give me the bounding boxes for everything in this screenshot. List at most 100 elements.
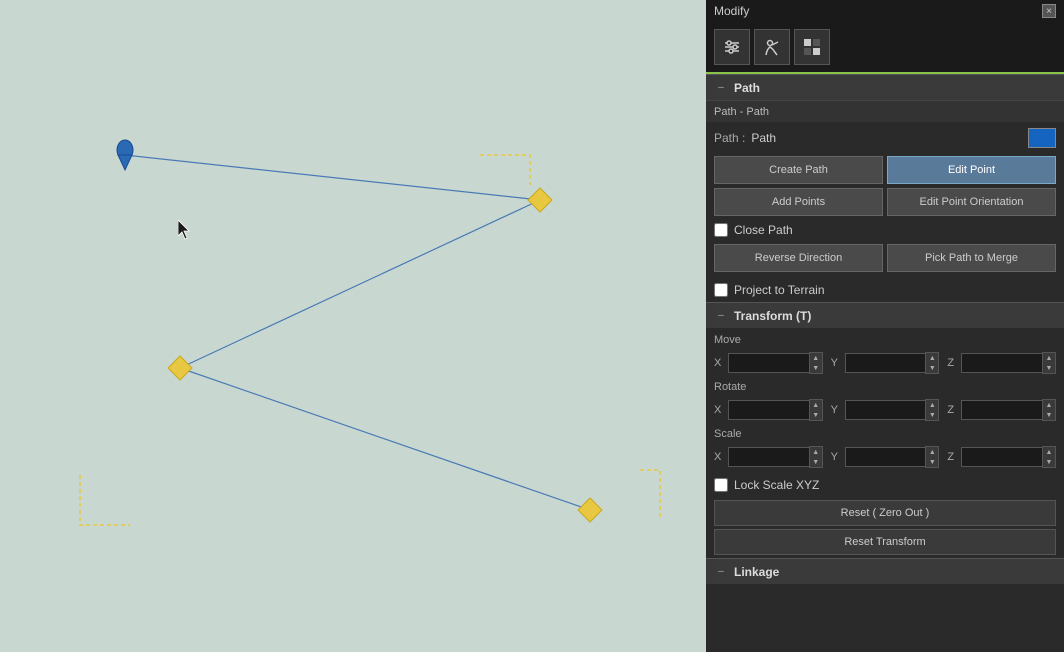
move-y-group: -61.715 ▲ ▼ xyxy=(845,352,940,374)
rotate-z-down[interactable]: ▼ xyxy=(1043,410,1055,420)
scale-x-input[interactable]: 100.000 xyxy=(728,447,809,467)
create-path-button[interactable]: Create Path xyxy=(714,156,883,184)
scale-y-input[interactable]: 100.000 xyxy=(845,447,926,467)
scale-x-label: X xyxy=(714,451,724,463)
path-collapse-icon: – xyxy=(714,82,728,93)
rotate-row: Rotate xyxy=(706,377,1064,396)
scale-x-down[interactable]: ▼ xyxy=(810,457,822,467)
path-row: Path : Path xyxy=(706,122,1064,154)
lock-scale-checkbox[interactable] xyxy=(714,478,728,492)
path-color-swatch[interactable] xyxy=(1028,128,1056,148)
path-sub-label: Path - Path xyxy=(714,106,769,118)
move-y-spinners: ▲ ▼ xyxy=(925,352,939,374)
rotate-inputs: X 0.000 ▲ ▼ Y 0.000 ▲ ▼ Z 0.000 ▲ xyxy=(706,396,1064,424)
add-points-button[interactable]: Add Points xyxy=(714,188,883,216)
path-field-label: Path : xyxy=(714,131,745,145)
close-path-checkbox[interactable] xyxy=(714,223,728,237)
rotate-x-group: 0.000 ▲ ▼ xyxy=(728,399,823,421)
scale-z-spinners: ▲ ▼ xyxy=(1042,446,1056,468)
move-x-group: 210.201 ▲ ▼ xyxy=(728,352,823,374)
close-path-row: Close Path xyxy=(706,218,1064,242)
move-x-up[interactable]: ▲ xyxy=(810,353,822,363)
linkage-section: – Linkage xyxy=(706,558,1064,584)
path-section-header[interactable]: – Path xyxy=(706,74,1064,100)
mouse-cursor xyxy=(178,220,194,243)
transform-collapse-icon: – xyxy=(714,310,728,321)
rotate-y-spinners: ▲ ▼ xyxy=(925,399,939,421)
rotate-z-input[interactable]: 0.000 xyxy=(961,400,1042,420)
viewport[interactable] xyxy=(0,0,706,652)
scale-y-down[interactable]: ▼ xyxy=(926,457,938,467)
move-y-input[interactable]: -61.715 xyxy=(845,353,926,373)
close-path-label: Close Path xyxy=(734,223,793,237)
move-inputs: X 210.201 ▲ ▼ Y -61.715 ▲ ▼ Z 0.000 xyxy=(706,349,1064,377)
path-buttons-row1: Create Path Edit Point xyxy=(706,154,1064,186)
move-x-input[interactable]: 210.201 xyxy=(728,353,809,373)
scale-y-spinners: ▲ ▼ xyxy=(925,446,939,468)
project-terrain-label: Project to Terrain xyxy=(734,283,825,297)
transform-section-header[interactable]: – Transform (T) xyxy=(706,302,1064,328)
title-bar: Modify × xyxy=(706,0,1064,22)
scale-x-up[interactable]: ▲ xyxy=(810,447,822,457)
rotate-x-up[interactable]: ▲ xyxy=(810,400,822,410)
sliders-tool-button[interactable] xyxy=(714,29,750,65)
transform-section: – Transform (T) Move X 210.201 ▲ ▼ Y -61… xyxy=(706,302,1064,558)
scale-x-spinners: ▲ ▼ xyxy=(809,446,823,468)
run-tool-button[interactable] xyxy=(754,29,790,65)
rotate-y-down[interactable]: ▼ xyxy=(926,410,938,420)
transform-section-title: Transform (T) xyxy=(734,309,811,323)
move-z-group: 0.000 ▲ ▼ xyxy=(961,352,1056,374)
right-panel: Modify × xyxy=(706,0,1064,652)
move-y-down[interactable]: ▼ xyxy=(926,363,938,373)
rotate-z-spinners: ▲ ▼ xyxy=(1042,399,1056,421)
linkage-section-header[interactable]: – Linkage xyxy=(706,558,1064,584)
linkage-section-title: Linkage xyxy=(734,565,779,579)
move-row: Move xyxy=(706,328,1064,349)
scale-y-up[interactable]: ▲ xyxy=(926,447,938,457)
rotate-y-up[interactable]: ▲ xyxy=(926,400,938,410)
scale-y-group: 100.000 ▲ ▼ xyxy=(845,446,940,468)
scale-y-label: Y xyxy=(831,451,841,463)
move-z-input[interactable]: 0.000 xyxy=(961,353,1042,373)
move-z-down[interactable]: ▼ xyxy=(1043,363,1055,373)
move-x-spinners: ▲ ▼ xyxy=(809,352,823,374)
edit-point-orientation-button[interactable]: Edit Point Orientation xyxy=(887,188,1056,216)
rotate-z-up[interactable]: ▲ xyxy=(1043,400,1055,410)
toolbar xyxy=(706,22,1064,74)
scale-x-group: 100.000 ▲ ▼ xyxy=(728,446,823,468)
rotate-z-group: 0.000 ▲ ▼ xyxy=(961,399,1056,421)
reset-transform-button[interactable]: Reset Transform xyxy=(714,529,1056,555)
close-button[interactable]: × xyxy=(1042,4,1056,18)
scale-z-label: Z xyxy=(947,451,957,463)
scale-z-input[interactable]: 100.000 xyxy=(961,447,1042,467)
move-y-up[interactable]: ▲ xyxy=(926,353,938,363)
rotate-x-label: X xyxy=(714,404,724,416)
project-terrain-checkbox[interactable] xyxy=(714,283,728,297)
checker-tool-button[interactable] xyxy=(794,29,830,65)
rotate-y-group: 0.000 ▲ ▼ xyxy=(845,399,940,421)
scale-z-down[interactable]: ▼ xyxy=(1043,457,1055,467)
window-title: Modify xyxy=(714,4,749,18)
move-x-down[interactable]: ▼ xyxy=(810,363,822,373)
path-field-value: Path xyxy=(751,131,1022,145)
move-z-spinners: ▲ ▼ xyxy=(1042,352,1056,374)
lock-scale-row: Lock Scale XYZ xyxy=(706,473,1064,497)
move-x-label: X xyxy=(714,357,724,369)
rotate-x-spinners: ▲ ▼ xyxy=(809,399,823,421)
rotate-x-input[interactable]: 0.000 xyxy=(728,400,809,420)
scale-z-up[interactable]: ▲ xyxy=(1043,447,1055,457)
rotate-y-label: Y xyxy=(831,404,841,416)
reverse-direction-button[interactable]: Reverse Direction xyxy=(714,244,883,272)
rotate-x-down[interactable]: ▼ xyxy=(810,410,822,420)
lock-scale-label: Lock Scale XYZ xyxy=(734,478,819,492)
rotate-y-input[interactable]: 0.000 xyxy=(845,400,926,420)
edit-point-button[interactable]: Edit Point xyxy=(887,156,1056,184)
path-section: – Path Path - Path Path : Path Create Pa… xyxy=(706,74,1064,302)
pick-path-to-merge-button[interactable]: Pick Path to Merge xyxy=(887,244,1056,272)
scale-inputs: X 100.000 ▲ ▼ Y 100.000 ▲ ▼ Z 100.000 xyxy=(706,443,1064,471)
linkage-collapse-icon: – xyxy=(714,566,728,577)
move-label: Move xyxy=(714,334,754,346)
move-z-up[interactable]: ▲ xyxy=(1043,353,1055,363)
rotate-label: Rotate xyxy=(714,381,754,393)
reset-zero-out-button[interactable]: Reset ( Zero Out ) xyxy=(714,500,1056,526)
